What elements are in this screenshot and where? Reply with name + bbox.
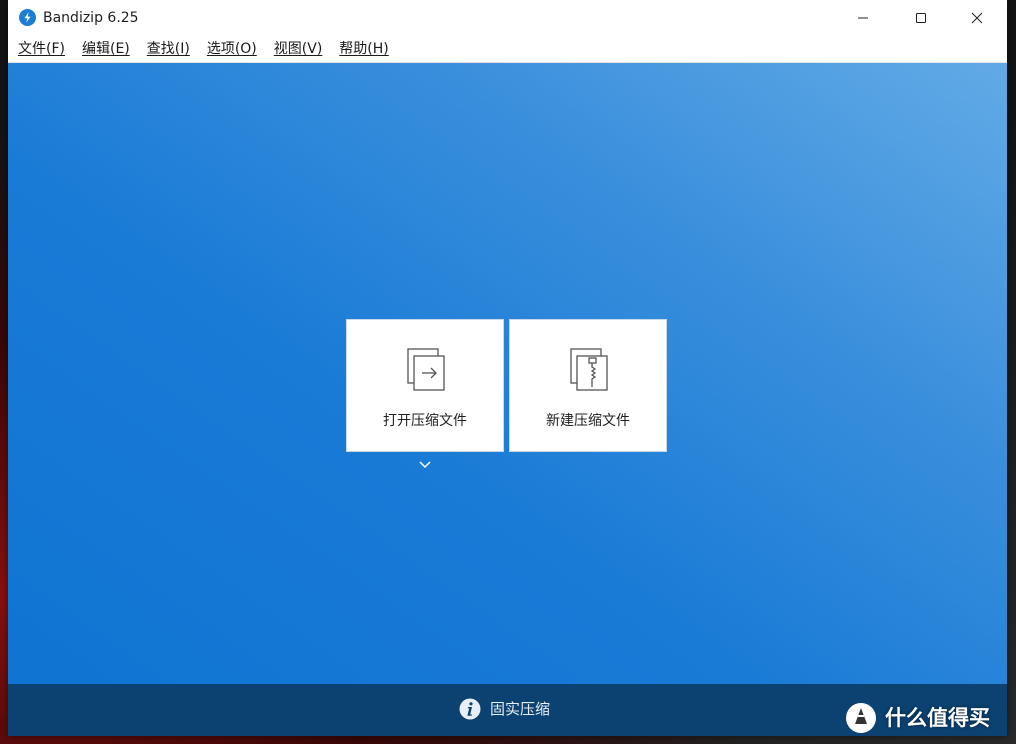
menu-edit[interactable]: 编辑(E) <box>82 40 130 58</box>
close-icon <box>971 12 983 24</box>
open-archive-button[interactable]: 打开压缩文件 <box>346 319 504 452</box>
title-bar[interactable]: Bandizip 6.25 <box>8 0 1007 36</box>
window-title: Bandizip 6.25 <box>43 10 139 26</box>
close-button[interactable] <box>949 0 1005 36</box>
bandizip-window: Bandizip 6.25 文件(F) 编辑(E) 查找(I) 选项(O) 视图… <box>8 0 1007 736</box>
menu-file[interactable]: 文件(F) <box>18 40 65 58</box>
watermark-text: 什么值得买 <box>885 706 990 730</box>
new-archive-label: 新建压缩文件 <box>546 413 630 429</box>
bandizip-logo-icon <box>19 9 36 26</box>
solid-compression-label[interactable]: 固实压缩 <box>490 700 550 718</box>
menu-view[interactable]: 视图(V) <box>274 40 323 58</box>
chevron-down-icon[interactable] <box>418 460 432 470</box>
new-archive-button[interactable]: 新建压缩文件 <box>509 319 667 452</box>
maximize-button[interactable] <box>893 0 949 36</box>
smzdm-logo-icon <box>846 703 876 733</box>
maximize-icon <box>916 13 926 23</box>
menu-find[interactable]: 查找(I) <box>147 40 190 58</box>
minimize-icon <box>858 17 868 19</box>
watermark: 什么值得买 <box>845 700 990 736</box>
open-archive-icon <box>407 348 445 391</box>
menu-bar: 文件(F) 编辑(E) 查找(I) 选项(O) 视图(V) 帮助(H) <box>8 36 1007 63</box>
new-archive-icon <box>570 348 608 391</box>
minimize-button[interactable] <box>835 0 891 36</box>
menu-options[interactable]: 选项(O) <box>207 40 257 58</box>
start-panel: 打开压缩文件 新建压缩文件 <box>8 63 1007 684</box>
open-archive-label: 打开压缩文件 <box>383 413 467 429</box>
menu-help[interactable]: 帮助(H) <box>339 40 388 58</box>
info-icon <box>459 698 481 720</box>
